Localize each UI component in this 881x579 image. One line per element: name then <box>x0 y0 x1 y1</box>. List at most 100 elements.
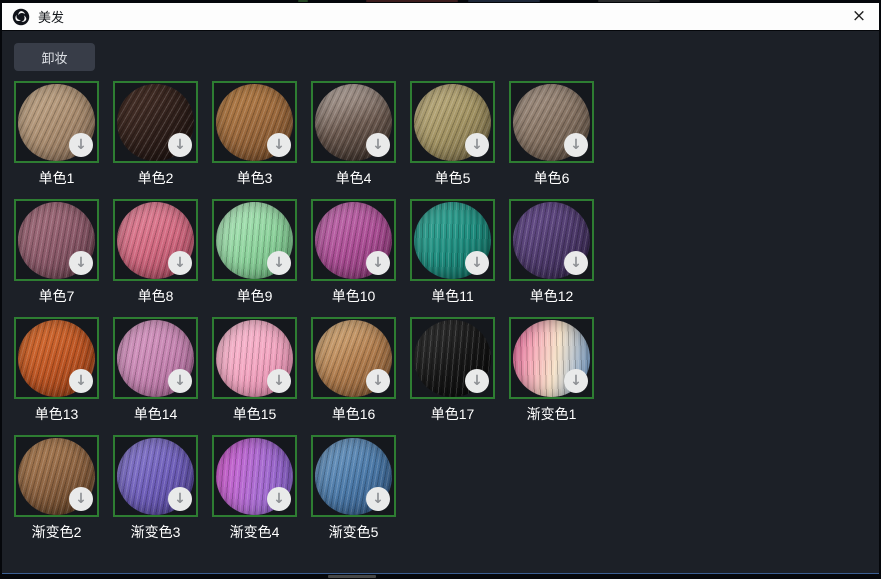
hair-color-item: ↓ 单色12 <box>509 199 594 305</box>
download-icon[interactable]: ↓ <box>564 133 588 157</box>
hair-color-tile[interactable]: ↓ <box>113 81 198 163</box>
hair-color-item: ↓ 单色13 <box>14 317 99 423</box>
hair-color-tile[interactable]: ↓ <box>311 435 396 517</box>
hair-color-tile[interactable]: ↓ <box>14 199 99 281</box>
hair-color-tile[interactable]: ↓ <box>14 317 99 399</box>
hair-color-item: ↓ 单色8 <box>113 199 198 305</box>
dialog-body: 卸妆 ↓ 单色1 ↓ 单色2 ↓ 单色3 ↓ 单色4 ↓ <box>2 31 879 574</box>
hair-color-label: 单色4 <box>311 170 396 187</box>
hair-color-label: 单色15 <box>212 406 297 423</box>
hair-color-item: ↓ 单色11 <box>410 199 495 305</box>
hair-color-item: ↓ 单色1 <box>14 81 99 187</box>
hair-color-item: ↓ 渐变色1 <box>509 317 594 423</box>
hair-color-item: ↓ 渐变色2 <box>14 435 99 541</box>
download-icon[interactable]: ↓ <box>366 133 390 157</box>
download-icon[interactable]: ↓ <box>366 487 390 511</box>
download-icon[interactable]: ↓ <box>366 369 390 393</box>
hair-color-item: ↓ 渐变色5 <box>311 435 396 541</box>
download-icon[interactable]: ↓ <box>69 251 93 275</box>
background-artifact <box>366 0 458 2</box>
hair-color-item: ↓ 单色6 <box>509 81 594 187</box>
hair-color-tile[interactable]: ↓ <box>113 317 198 399</box>
hair-color-label: 单色2 <box>113 170 198 187</box>
hair-color-grid: ↓ 单色1 ↓ 单色2 ↓ 单色3 ↓ 单色4 ↓ 单色5 <box>14 81 596 541</box>
hair-color-tile[interactable]: ↓ <box>311 317 396 399</box>
hair-color-label: 单色6 <box>509 170 594 187</box>
hair-color-item: ↓ 渐变色3 <box>113 435 198 541</box>
hair-color-label: 单色9 <box>212 288 297 305</box>
hair-color-tile[interactable]: ↓ <box>509 81 594 163</box>
title-bar: 美发 × <box>2 3 879 30</box>
hair-color-label: 单色10 <box>311 288 396 305</box>
download-icon[interactable]: ↓ <box>267 251 291 275</box>
download-icon[interactable]: ↓ <box>267 133 291 157</box>
hair-color-label: 单色8 <box>113 288 198 305</box>
hair-color-label: 渐变色1 <box>509 406 594 423</box>
hair-color-item: ↓ 单色14 <box>113 317 198 423</box>
hair-color-item: ↓ 单色2 <box>113 81 198 187</box>
hair-color-tile[interactable]: ↓ <box>14 435 99 517</box>
hair-color-tile[interactable]: ↓ <box>212 317 297 399</box>
hair-color-label: 单色5 <box>410 170 495 187</box>
hair-color-item: ↓ 渐变色4 <box>212 435 297 541</box>
background-artifact <box>298 0 308 2</box>
hair-color-label: 单色13 <box>14 406 99 423</box>
download-icon[interactable]: ↓ <box>465 133 489 157</box>
download-icon[interactable]: ↓ <box>564 369 588 393</box>
hair-color-tile[interactable]: ↓ <box>14 81 99 163</box>
download-icon[interactable]: ↓ <box>267 369 291 393</box>
download-icon[interactable]: ↓ <box>168 369 192 393</box>
hair-color-label: 单色7 <box>14 288 99 305</box>
hair-color-item: ↓ 单色7 <box>14 199 99 305</box>
download-icon[interactable]: ↓ <box>465 369 489 393</box>
hair-color-tile[interactable]: ↓ <box>509 199 594 281</box>
hair-color-tile[interactable]: ↓ <box>113 435 198 517</box>
hair-color-tile[interactable]: ↓ <box>410 81 495 163</box>
download-icon[interactable]: ↓ <box>168 133 192 157</box>
hair-color-tile[interactable]: ↓ <box>212 199 297 281</box>
close-icon[interactable]: × <box>839 3 879 30</box>
hair-color-label: 单色1 <box>14 170 99 187</box>
background-artifact <box>598 0 660 2</box>
hair-color-label: 单色3 <box>212 170 297 187</box>
background-artifact <box>328 575 376 578</box>
download-icon[interactable]: ↓ <box>465 251 489 275</box>
hair-color-tile[interactable]: ↓ <box>212 81 297 163</box>
hair-color-label: 渐变色4 <box>212 524 297 541</box>
hair-color-item: ↓ 单色15 <box>212 317 297 423</box>
hair-color-tile[interactable]: ↓ <box>113 199 198 281</box>
download-icon[interactable]: ↓ <box>366 251 390 275</box>
download-icon[interactable]: ↓ <box>564 251 588 275</box>
hair-color-item: ↓ 单色16 <box>311 317 396 423</box>
download-icon[interactable]: ↓ <box>69 487 93 511</box>
hair-color-tile[interactable]: ↓ <box>410 317 495 399</box>
remove-makeup-button[interactable]: 卸妆 <box>14 43 95 71</box>
window-title: 美发 <box>38 7 64 26</box>
hair-color-tile[interactable]: ↓ <box>212 435 297 517</box>
hair-color-item: ↓ 单色10 <box>311 199 396 305</box>
hair-color-label: 单色17 <box>410 406 495 423</box>
hair-color-item: ↓ 单色4 <box>311 81 396 187</box>
download-icon[interactable]: ↓ <box>69 369 93 393</box>
hair-color-item: ↓ 单色9 <box>212 199 297 305</box>
download-icon[interactable]: ↓ <box>168 487 192 511</box>
hair-color-label: 渐变色2 <box>14 524 99 541</box>
hair-color-tile[interactable]: ↓ <box>509 317 594 399</box>
hair-color-item: ↓ 单色17 <box>410 317 495 423</box>
hair-color-tile[interactable]: ↓ <box>311 81 396 163</box>
download-icon[interactable]: ↓ <box>267 487 291 511</box>
download-icon[interactable]: ↓ <box>168 251 192 275</box>
hair-color-label: 单色11 <box>410 288 495 305</box>
hair-color-label: 单色16 <box>311 406 396 423</box>
hair-color-tile[interactable]: ↓ <box>410 199 495 281</box>
download-icon[interactable]: ↓ <box>69 133 93 157</box>
hair-color-label: 单色14 <box>113 406 198 423</box>
hair-color-label: 渐变色3 <box>113 524 198 541</box>
hair-dye-dialog-window: 美发 × 卸妆 ↓ 单色1 ↓ 单色2 ↓ 单色3 ↓ 单色4 <box>0 0 881 579</box>
hair-color-label: 渐变色5 <box>311 524 396 541</box>
hair-color-item: ↓ 单色3 <box>212 81 297 187</box>
hair-color-tile[interactable]: ↓ <box>311 199 396 281</box>
obs-logo-icon <box>12 8 30 26</box>
hair-color-item: ↓ 单色5 <box>410 81 495 187</box>
background-artifact <box>468 0 540 2</box>
